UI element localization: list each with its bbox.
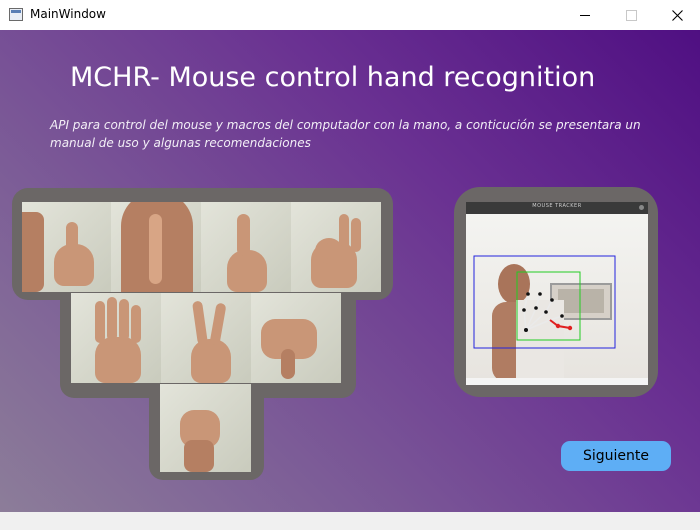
minimize-button[interactable]: [562, 0, 608, 30]
tracker-status-strip: [466, 378, 648, 385]
thumb-up-gesture-image: [22, 202, 111, 292]
minimize-icon: [580, 14, 590, 16]
close-button[interactable]: [654, 0, 700, 30]
tracker-window-title: MOUSE TRACKER: [532, 203, 582, 209]
tracker-title-bar: MOUSE TRACKER: [466, 202, 648, 214]
mouse-tracker-preview: MOUSE TRACKER: [466, 202, 648, 385]
tracker-close-icon: [639, 205, 644, 210]
thumb-side-gesture-image: [251, 293, 341, 383]
maximize-icon: [625, 9, 637, 21]
window-title: MainWindow: [30, 7, 106, 21]
maximize-button[interactable]: [608, 0, 654, 30]
title-bar: MainWindow: [0, 0, 700, 30]
close-icon: [671, 9, 683, 21]
main-content: MCHR- Mouse control hand recognition API…: [0, 30, 700, 512]
shush-gesture-image: [111, 202, 201, 292]
next-button[interactable]: Siguiente: [561, 441, 671, 471]
four-fingers-gesture-image: [71, 293, 161, 383]
index-up-gesture-image: [201, 202, 291, 292]
ok-gesture-image: [291, 202, 381, 292]
peace-gesture-image: [161, 293, 251, 383]
tracker-camera-feed: [466, 214, 648, 382]
page-description: API para control del mouse y macros del …: [50, 118, 641, 150]
app-window-icon: [9, 8, 23, 21]
hand-landmark-overlay: [473, 255, 616, 382]
status-bar: [0, 512, 700, 530]
page-title: MCHR- Mouse control hand recognition: [70, 62, 596, 93]
fist-gesture-image: [160, 384, 251, 472]
